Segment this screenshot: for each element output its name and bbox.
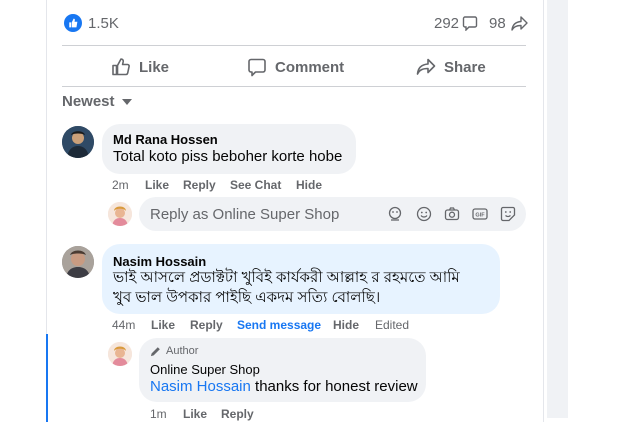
comment-text-line-2: খুব ভাল উপকার পাইছি একদম সত্যি বোলছি। xyxy=(113,289,381,306)
like-button[interactable]: Like xyxy=(111,56,169,78)
sort-dropdown[interactable]: Newest xyxy=(62,93,133,110)
comment-hide-button[interactable]: Hide xyxy=(296,178,322,192)
comment-text-line-1: ভাই আসলে প্রডাক্টটা খুবিই কার্যকরী আল্লা… xyxy=(113,269,460,286)
comment-like-button[interactable]: Like xyxy=(145,178,169,192)
like-button-label: Like xyxy=(139,58,170,76)
author-badge: Author xyxy=(150,345,198,357)
avatar-sticker-icon[interactable] xyxy=(387,206,403,227)
share-count-icon xyxy=(511,15,528,36)
thumbs-up-icon xyxy=(112,58,130,76)
page-avatar xyxy=(108,202,132,226)
comment-text: Total koto piss beboher korte hobe xyxy=(113,148,343,165)
comment-count[interactable]: 292 xyxy=(434,15,459,32)
comment-author[interactable]: Nasim Hossain xyxy=(113,254,206,269)
sticker-icon[interactable] xyxy=(500,206,516,227)
emoji-icon[interactable] xyxy=(416,206,432,227)
gif-icon[interactable]: GIF xyxy=(472,206,488,227)
comment-reply-button[interactable]: Reply xyxy=(183,178,216,192)
reply-like-button[interactable]: Like xyxy=(183,407,207,421)
comment-icon xyxy=(248,58,266,77)
svg-text:GIF: GIF xyxy=(475,213,485,219)
reply-time[interactable]: 1m xyxy=(150,407,167,421)
pencil-icon xyxy=(150,346,160,356)
right-scroll-strip xyxy=(547,0,568,418)
sort-label: Newest xyxy=(62,93,115,110)
comment-hide-button[interactable]: Hide xyxy=(333,318,359,332)
reply-author[interactable]: Online Super Shop xyxy=(150,362,260,377)
comment-time[interactable]: 2m xyxy=(112,178,129,192)
share-count[interactable]: 98 xyxy=(489,15,506,32)
author-badge-label: Author xyxy=(166,345,199,357)
like-reaction-icon[interactable] xyxy=(64,14,82,32)
divider-actions xyxy=(62,86,526,87)
share-button[interactable]: Share xyxy=(416,56,486,78)
chevron-down-icon xyxy=(121,98,132,105)
share-icon xyxy=(416,58,436,75)
comment-button[interactable]: Comment xyxy=(247,56,344,78)
send-message-button[interactable]: Send message xyxy=(237,318,321,332)
comment-time[interactable]: 44m xyxy=(112,318,135,332)
edited-label: Edited xyxy=(375,318,410,332)
reaction-count[interactable]: 1.5K xyxy=(88,15,119,32)
avatar[interactable] xyxy=(62,246,94,278)
share-button-label: Share xyxy=(444,58,486,76)
reply-input-placeholder: Reply as Online Super Shop xyxy=(150,206,340,223)
comment-button-label: Comment xyxy=(275,58,345,76)
divider-top xyxy=(62,45,526,46)
comment-author[interactable]: Md Rana Hossen xyxy=(113,132,218,147)
reply-text-content: thanks for honest review xyxy=(250,378,418,395)
reply-text: Nasim Hossain thanks for honest review xyxy=(150,377,418,397)
comment-like-button[interactable]: Like xyxy=(151,318,175,332)
camera-icon[interactable] xyxy=(444,206,460,227)
avatar[interactable] xyxy=(62,126,94,158)
thread-indicator xyxy=(46,334,48,422)
comment-count-icon xyxy=(462,15,478,36)
see-chat-button[interactable]: See Chat xyxy=(230,178,281,192)
mention-link[interactable]: Nasim Hossain xyxy=(150,378,251,395)
page-avatar[interactable] xyxy=(108,342,132,366)
comment-reply-button[interactable]: Reply xyxy=(190,318,223,332)
reply-reply-button[interactable]: Reply xyxy=(221,407,254,421)
